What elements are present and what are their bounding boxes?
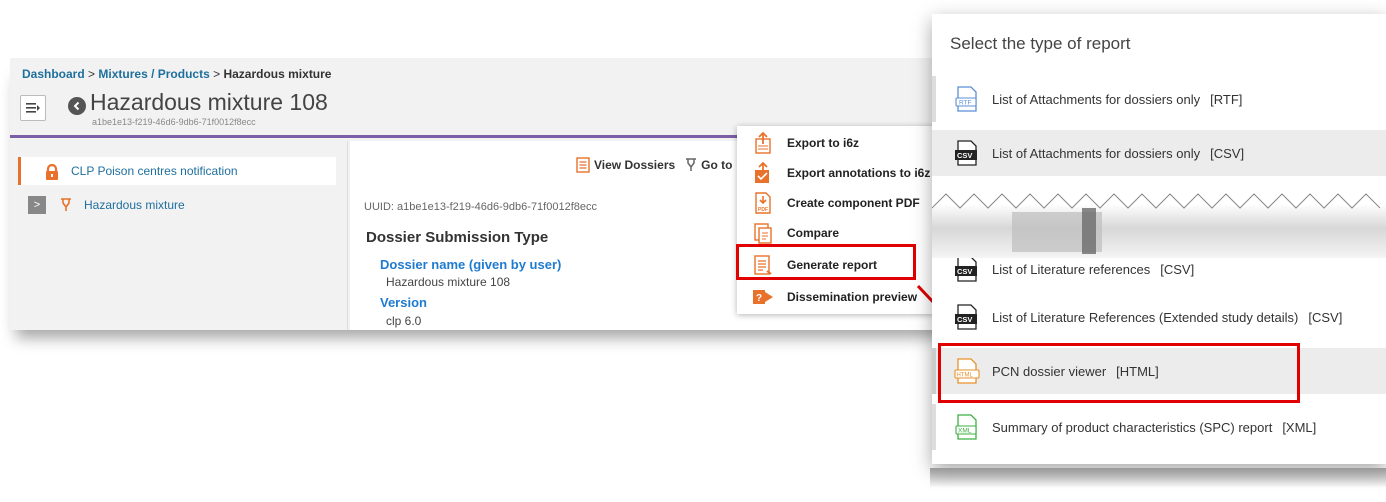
compare-icon: [751, 221, 775, 245]
breadcrumb-mixtures[interactable]: Mixtures / Products: [98, 67, 209, 81]
xml-file-icon-label: XML: [958, 428, 972, 435]
svg-text:?: ?: [756, 293, 762, 304]
view-dossiers-label: View Dossiers: [594, 158, 676, 172]
sidebar-item-hazardous-mixture[interactable]: > Hazardous mixture: [18, 193, 336, 217]
export-annotations-icon: [751, 161, 775, 185]
menu-item-dissemination-preview[interactable]: ? Dissemination preview: [737, 282, 935, 312]
menu-item-label: Export to i6z: [787, 136, 860, 150]
rtf-file-icon: RTF: [955, 86, 977, 112]
lock-icon: [46, 164, 58, 180]
dissemination-icon: ?: [751, 285, 775, 309]
menu-item-label: Dissemination preview: [787, 290, 918, 304]
menu-icon: [26, 103, 40, 113]
go-to-button[interactable]: Go to: [685, 158, 733, 172]
menu-item-export-annotations[interactable]: Export annotations to i6z: [737, 158, 935, 188]
mixture-icon: [686, 158, 697, 171]
menu-item-label: Create component PDF: [787, 196, 920, 210]
menu-item-label: Compare: [787, 226, 840, 240]
menu-item-export-i6z[interactable]: Export to i6z: [737, 128, 935, 158]
pcn-viewer-highlight: [938, 343, 1300, 403]
menu-item-create-pdf[interactable]: PDF Create component PDF: [737, 188, 935, 218]
rtf-file-icon-label: RTF: [959, 100, 972, 107]
menu-toggle-button[interactable]: [20, 95, 46, 121]
breadcrumb-dashboard[interactable]: Dashboard: [22, 67, 85, 81]
report-option-label: List of Attachments for dossiers only: [992, 145, 1201, 161]
csv-file-icon-label: CSV: [957, 267, 972, 276]
csv-file-icon: CSV: [955, 304, 977, 330]
report-option-literature-extended-csv[interactable]: CSV List of Literature References (Exten…: [932, 294, 1386, 340]
mixture-icon: [61, 198, 71, 211]
go-to-label: Go to: [701, 158, 733, 172]
dialog-bottom-shadow: [930, 468, 1386, 488]
back-icon[interactable]: [68, 97, 86, 115]
report-option-format: [RTF]: [1210, 91, 1243, 107]
sidebar-item-clp-notification[interactable]: CLP Poison centres notification: [18, 157, 336, 185]
breadcrumb-current: Hazardous mixture: [223, 67, 332, 81]
content-toolbar: View Dossiers Go to: [576, 157, 733, 173]
report-option-attachments-csv[interactable]: CSV List of Attachments for dossiers onl…: [932, 130, 1386, 176]
context-menu: Export to i6z Export annotations to i6z …: [737, 126, 935, 314]
dialog-title: Select the type of report: [950, 34, 1131, 53]
report-option-format: [CSV]: [1210, 145, 1245, 161]
report-option-spc-xml[interactable]: XML Summary of product characteristics (…: [932, 404, 1386, 450]
page-title: Hazardous mixture 108: [90, 89, 328, 115]
report-option-format: [CSV]: [1160, 261, 1195, 277]
report-option-attachments-rtf[interactable]: RTF List of Attachments for dossiers onl…: [932, 76, 1386, 122]
export-i6z-icon: [751, 131, 775, 155]
report-option-format: [XML]: [1282, 419, 1317, 435]
view-dossiers-button[interactable]: View Dossiers: [576, 157, 675, 173]
field-value-version: clp 6.0: [386, 314, 422, 328]
tree-expander-button[interactable]: >: [28, 196, 46, 214]
section-title: Dossier Submission Type: [366, 229, 549, 246]
svg-text:PDF: PDF: [758, 207, 768, 213]
report-option-label: List of Literature references: [992, 261, 1151, 277]
csv-file-icon-label: CSV: [957, 315, 972, 324]
dossiers-icon: [576, 157, 590, 173]
menu-item-label: Export annotations to i6z: [787, 166, 931, 180]
breadcrumb-separator: >: [213, 67, 221, 81]
content-uuid: UUID: a1be1e13-f219-46d6-9db6-71f0012f8e…: [364, 201, 597, 213]
report-option-label: List of Literature References (Extended …: [992, 309, 1299, 325]
breadcrumb: Dashboard > Mixtures / Products > Hazard…: [22, 67, 331, 81]
generate-report-highlight: [736, 244, 916, 280]
csv-file-icon-label: CSV: [957, 151, 972, 160]
report-option-format: [CSV]: [1308, 309, 1343, 325]
sidebar-item-label: Hazardous mixture: [84, 198, 185, 212]
report-option-label: List of Attachments for dossiers only: [992, 91, 1201, 107]
sidebar: CLP Poison centres notification > Hazard…: [10, 141, 348, 330]
xml-file-icon: XML: [955, 414, 977, 440]
pdf-icon: PDF: [751, 191, 775, 215]
field-label-dossier-name: Dossier name (given by user): [380, 257, 562, 272]
breadcrumb-separator: >: [88, 67, 96, 81]
field-value-dossier-name: Hazardous mixture 108: [386, 275, 511, 289]
field-label-version: Version: [380, 295, 427, 310]
page-uuid: a1be1e13-f219-46d6-9db6-71f0012f8ecc: [92, 117, 256, 127]
torn-image-overlay: [932, 190, 1386, 258]
sidebar-item-label: CLP Poison centres notification: [71, 164, 238, 178]
csv-file-icon: CSV: [955, 140, 977, 166]
report-option-label: Summary of product characteristics (SPC)…: [992, 419, 1273, 435]
